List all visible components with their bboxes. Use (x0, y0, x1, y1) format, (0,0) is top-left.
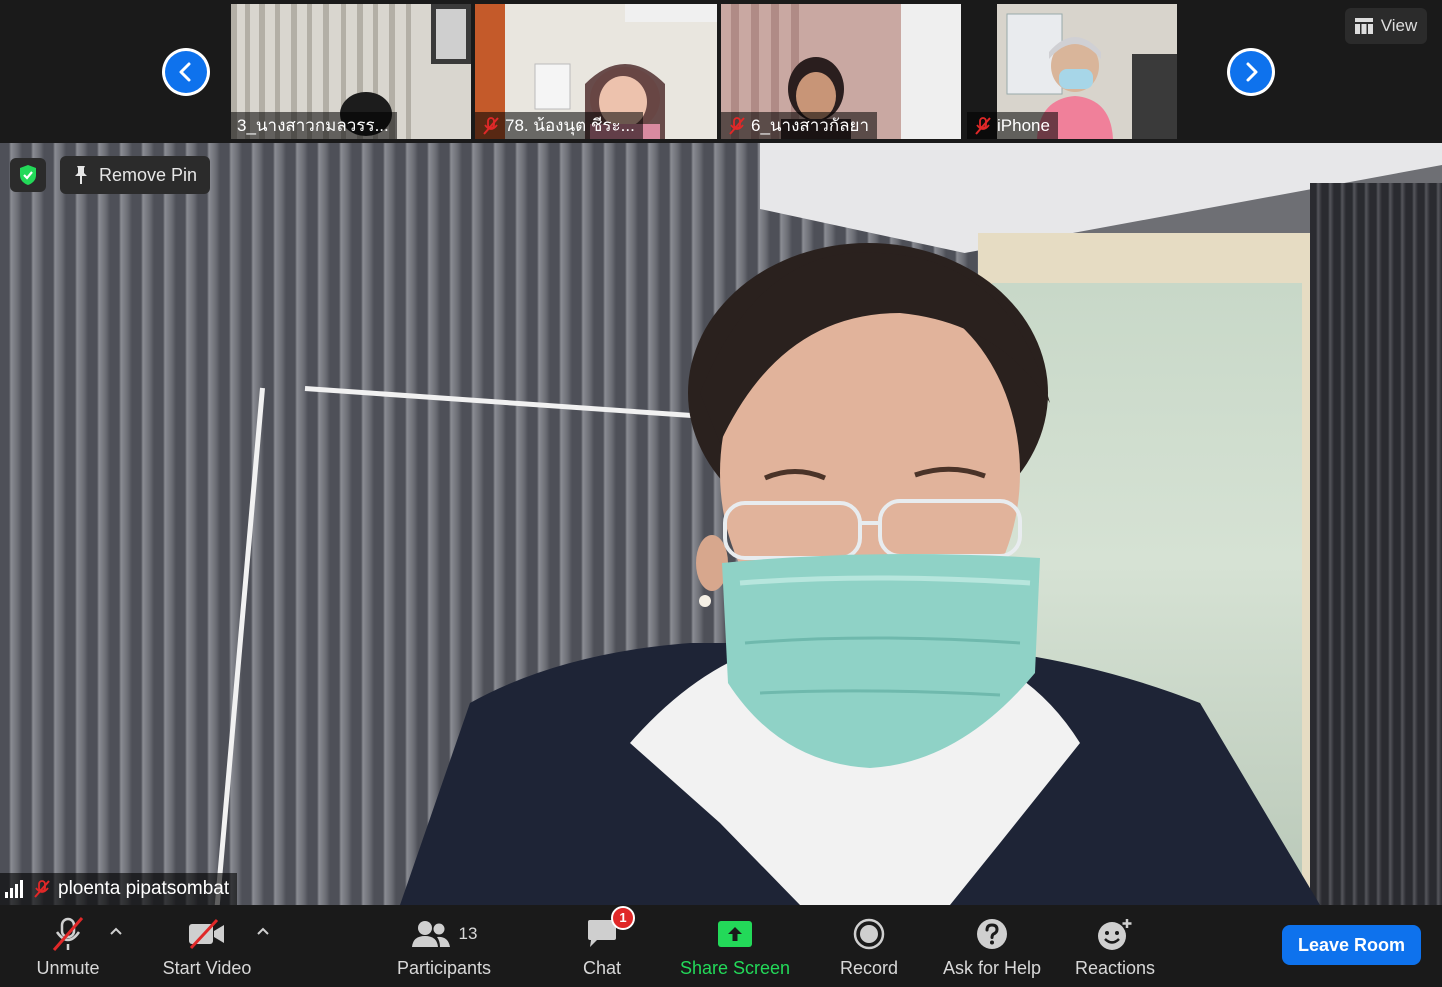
grid-view-icon (1354, 18, 1373, 34)
participants-icon (411, 920, 450, 947)
audio-options-caret[interactable] (106, 921, 126, 941)
help-question-icon (977, 918, 1007, 949)
participant-name-label: 78. น้องนุต ชีระ... (475, 112, 643, 139)
video-options-caret[interactable] (253, 921, 273, 941)
next-page-button[interactable] (1227, 48, 1275, 96)
mic-muted-icon (483, 116, 499, 135)
view-button[interactable]: View (1345, 8, 1427, 44)
signal-strength-icon (5, 880, 23, 898)
reactions-button[interactable]: Reactions (1070, 905, 1160, 987)
share-screen-icon (718, 920, 752, 947)
chat-button[interactable]: 1 Chat (568, 905, 636, 987)
participant-thumbnail[interactable]: 6_นางสาวกัลยา (721, 4, 961, 139)
participant-thumbnail[interactable]: 78. น้องนุต ชีระ... (475, 4, 717, 139)
active-speaker-video: Remove Pin ploenta pipatsombat (0, 143, 1442, 905)
unmute-button[interactable]: Unmute (28, 905, 108, 987)
start-video-button[interactable]: Start Video (156, 905, 258, 987)
video-off-icon (187, 914, 227, 954)
participant-thumbnail[interactable]: 3_นางสาวกมลวรร... (231, 4, 471, 139)
unread-chat-badge: 1 (611, 905, 635, 930)
speaker-name-tag: ploenta pipatsombat (0, 873, 238, 905)
chevron-up-icon (257, 927, 269, 935)
security-shield-icon[interactable] (10, 158, 46, 192)
participant-name-label: iPhone (967, 112, 1058, 139)
participant-strip: 3_นางสาวกมลวรร... 78. น้องนุต ชีระ... 6_… (0, 0, 1442, 143)
participant-name-label: 3_นางสาวกมลวรร... (231, 112, 397, 139)
record-icon (853, 918, 885, 949)
mic-muted-icon (975, 116, 991, 135)
mic-muted-icon (50, 914, 86, 954)
participant-thumbnail[interactable]: iPhone (967, 4, 1207, 139)
pin-icon (75, 166, 87, 184)
mic-muted-icon (729, 116, 745, 135)
chevron-left-icon (165, 51, 207, 93)
remove-pin-button[interactable]: Remove Pin (60, 156, 211, 194)
previous-page-button[interactable] (162, 48, 210, 96)
participant-count: 13 (458, 923, 478, 943)
ask-for-help-button[interactable]: Ask for Help (938, 905, 1046, 987)
mic-muted-icon (34, 880, 50, 898)
participants-button[interactable]: 13 Participants (392, 905, 496, 987)
chevron-up-icon (110, 927, 122, 935)
record-button[interactable]: Record (834, 905, 904, 987)
speaker-figure (400, 243, 1320, 905)
participant-name-label: 6_นางสาวกัลยา (721, 112, 878, 139)
meeting-toolbar: Unmute Start Video 13 Participants 1 Cha… (0, 905, 1442, 987)
emoji-reaction-icon (1098, 918, 1132, 950)
share-screen-button[interactable]: Share Screen (678, 905, 792, 987)
chevron-right-icon (1230, 51, 1272, 93)
leave-room-button[interactable]: Leave Room (1282, 925, 1421, 965)
